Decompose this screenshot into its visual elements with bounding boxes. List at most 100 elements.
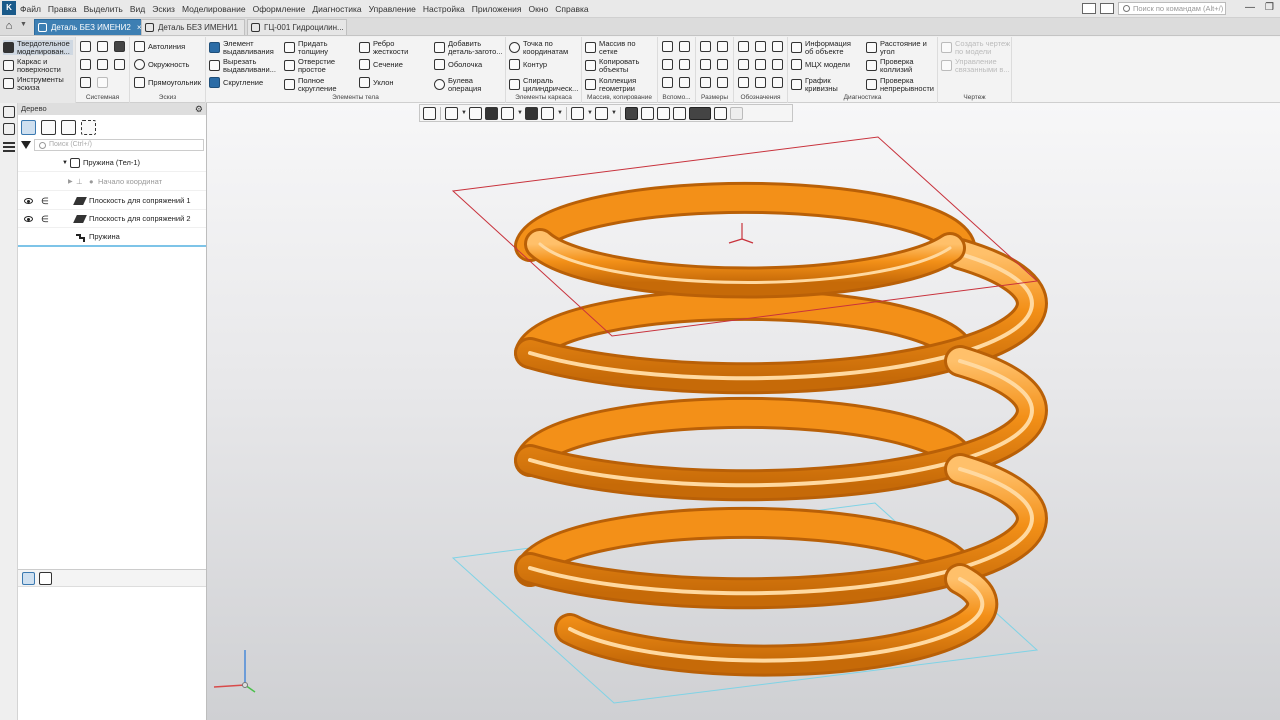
window-layout-icon[interactable] xyxy=(1082,3,1096,14)
link-icon[interactable]: ∈ xyxy=(41,210,49,228)
parameters-panel-icon[interactable] xyxy=(3,123,15,135)
circle-button[interactable]: Окружность xyxy=(134,59,189,70)
base-icon[interactable] xyxy=(755,41,766,52)
object-info-button[interactable]: Информация об объекте xyxy=(791,40,851,55)
minimize-icon[interactable]: — xyxy=(1245,2,1255,13)
menu-item[interactable]: Управление xyxy=(369,4,416,14)
thicken-button[interactable]: Придать толщину xyxy=(284,40,328,55)
link-icon[interactable]: ∈ xyxy=(41,192,49,210)
rib-button[interactable]: Ребро жесткости xyxy=(359,40,408,55)
axis-icon[interactable] xyxy=(679,41,690,52)
coil-top-end[interactable] xyxy=(527,231,963,296)
command-search-input[interactable]: Поиск по командам (Alt+/) xyxy=(1118,2,1226,15)
tree-select-icon[interactable] xyxy=(81,119,96,135)
linked-views-button[interactable]: Управление связанными в... xyxy=(941,58,1010,73)
leader-icon[interactable] xyxy=(738,59,749,70)
tree-row-spring[interactable]: Пружина xyxy=(18,228,206,246)
properties-icon[interactable] xyxy=(97,59,108,70)
distance-angle-button[interactable]: Расстояние и угол xyxy=(866,40,927,55)
chain-dim-icon[interactable] xyxy=(717,77,728,88)
geometry-collection-button[interactable]: Коллекция геометрии xyxy=(585,77,636,92)
tolerance-icon[interactable] xyxy=(772,41,783,52)
helix-button[interactable]: Спираль цилиндрическ... xyxy=(509,77,578,92)
mark-icon[interactable] xyxy=(755,59,766,70)
angle-plane-icon[interactable] xyxy=(679,59,690,70)
menu-item[interactable]: Эскиз xyxy=(152,4,175,14)
plane-icon[interactable] xyxy=(662,41,673,52)
spring-3d-model[interactable] xyxy=(207,103,1280,720)
menu-item[interactable]: Приложения xyxy=(472,4,522,14)
tab-document-2[interactable]: Деталь БЕЗ ИМЕНИ1 xyxy=(141,19,245,35)
table-icon[interactable] xyxy=(772,77,783,88)
cut-extrude-button[interactable]: Вырезать выдавливани... xyxy=(209,58,276,73)
new-file-icon[interactable] xyxy=(80,41,91,52)
grid-array-button[interactable]: Массив по сетке xyxy=(585,40,636,55)
tree-row-origin[interactable]: ▶ ⊥ ● Начало координат xyxy=(18,173,206,191)
full-fillet-button[interactable]: Полное скругление xyxy=(284,77,337,92)
menu-item[interactable]: Настройка xyxy=(423,4,465,14)
model-viewport[interactable]: ▼ ▼ ▼ ▼ ▼ xyxy=(207,103,1280,720)
tab-document-1[interactable]: Деталь БЕЗ ИМЕНИ2 × xyxy=(34,19,149,35)
add-blank-button[interactable]: Добавить деталь-загото... xyxy=(434,40,503,55)
continuity-check-button[interactable]: Проверка непрерывности xyxy=(866,77,934,92)
tree-components-icon[interactable] xyxy=(61,119,76,135)
menu-item[interactable]: Моделирование xyxy=(182,4,246,14)
line-icon[interactable] xyxy=(662,77,673,88)
menu-item[interactable]: Окно xyxy=(528,4,548,14)
tree-row-body[interactable]: ▼ Пружина (Тел-1) xyxy=(18,154,206,172)
contour-button[interactable]: Контур xyxy=(509,59,547,70)
home-icon[interactable]: ⌂ xyxy=(0,18,18,36)
auto-dim-icon[interactable] xyxy=(700,77,711,88)
roughness-icon[interactable] xyxy=(738,41,749,52)
redo-icon[interactable] xyxy=(97,77,108,88)
print-icon[interactable] xyxy=(80,59,91,70)
undo-icon[interactable] xyxy=(80,77,91,88)
filter-icon[interactable] xyxy=(21,140,31,149)
expand-arrow-icon[interactable]: ▶ xyxy=(68,173,73,191)
draft-button[interactable]: Уклон xyxy=(359,77,394,88)
section-line-icon[interactable] xyxy=(772,59,783,70)
mass-properties-button[interactable]: МЦХ модели xyxy=(791,59,850,70)
tree-row-plane-2[interactable]: ∈ Плоскость для сопряжений 2 xyxy=(18,210,206,228)
simple-hole-button[interactable]: Отверстие простое xyxy=(284,58,335,73)
rectangle-button[interactable]: Прямоугольник xyxy=(134,77,201,88)
offset-plane-icon[interactable] xyxy=(662,59,673,70)
list-view-icon[interactable] xyxy=(39,572,52,585)
tree-row-plane-1[interactable]: ∈ Плоскость для сопряжений 1 xyxy=(18,192,206,210)
diameter-dim-icon[interactable] xyxy=(717,41,728,52)
menu-item[interactable]: Правка xyxy=(48,4,77,14)
spring-coils[interactable] xyxy=(514,181,1048,677)
menu-item[interactable]: Справка xyxy=(555,4,588,14)
maximize-icon[interactable]: ❐ xyxy=(1265,2,1274,13)
save-icon[interactable] xyxy=(114,41,125,52)
gear-icon[interactable]: ⚙ xyxy=(195,103,203,115)
eye-icon[interactable] xyxy=(24,198,33,204)
menu-item[interactable]: Оформление xyxy=(253,4,306,14)
copy-icon[interactable] xyxy=(114,59,125,70)
tab-list-arrow-icon[interactable]: ▼ xyxy=(20,21,27,28)
curvature-graph-button[interactable]: График кривизны xyxy=(791,77,838,92)
thread-icon[interactable] xyxy=(738,77,749,88)
eye-icon[interactable] xyxy=(24,216,33,222)
autoline-button[interactable]: Автолиния xyxy=(134,41,185,52)
mode-sketch-tools[interactable]: Инструменты эскиза xyxy=(3,76,64,91)
section-button[interactable]: Сечение xyxy=(359,59,403,70)
create-drawing-button[interactable]: Создать чертеж по модели xyxy=(941,40,1010,55)
point-by-coords-button[interactable]: Точка по координатам xyxy=(509,40,568,55)
angle-dim-icon[interactable] xyxy=(717,59,728,70)
tree-view-icon[interactable] xyxy=(22,572,35,585)
boolean-button[interactable]: Булева операция xyxy=(434,77,481,92)
tree-structure-icon[interactable] xyxy=(21,119,36,135)
menu-item[interactable]: Выделить xyxy=(84,4,123,14)
mode-solid-modeling[interactable]: Твердотельное моделирован... xyxy=(3,40,73,55)
screen-icon[interactable] xyxy=(1100,3,1114,14)
radius-dim-icon[interactable] xyxy=(700,59,711,70)
copy-objects-button[interactable]: Копировать объекты xyxy=(585,58,639,73)
mode-wireframe[interactable]: Каркас и поверхности xyxy=(3,58,61,73)
fillet-button[interactable]: Скругление xyxy=(209,77,263,88)
text-icon[interactable] xyxy=(755,77,766,88)
point-grid-icon[interactable] xyxy=(679,77,690,88)
menu-item[interactable]: Вид xyxy=(130,4,145,14)
tree-hierarchy-icon[interactable] xyxy=(41,119,56,135)
menu-item[interactable]: Диагностика xyxy=(312,4,361,14)
